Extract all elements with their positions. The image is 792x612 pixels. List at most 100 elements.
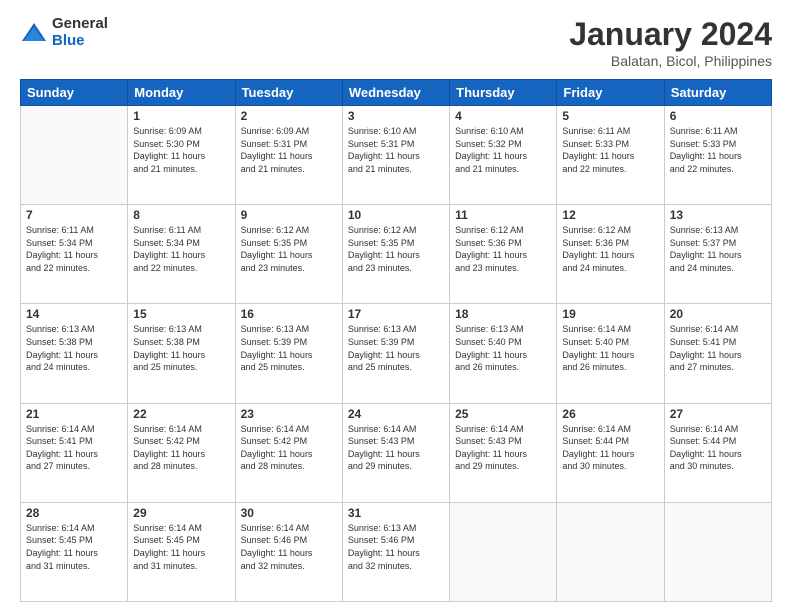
day-info: Sunrise: 6:14 AM Sunset: 5:45 PM Dayligh… xyxy=(26,522,122,572)
calendar-cell: 31Sunrise: 6:13 AM Sunset: 5:46 PM Dayli… xyxy=(342,502,449,601)
day-info: Sunrise: 6:12 AM Sunset: 5:36 PM Dayligh… xyxy=(562,224,658,274)
calendar-week-row: 1Sunrise: 6:09 AM Sunset: 5:30 PM Daylig… xyxy=(21,106,772,205)
calendar-cell: 24Sunrise: 6:14 AM Sunset: 5:43 PM Dayli… xyxy=(342,403,449,502)
calendar-cell: 12 Sunrise: 6:12 AM Sunset: 5:36 PM Dayli… xyxy=(557,205,664,304)
calendar-week-row: 28 Sunrise: 6:14 AM Sunset: 5:45 PM Dayli… xyxy=(21,502,772,601)
calendar-cell: 11 Sunrise: 6:12 AM Sunset: 5:36 PM Dayli… xyxy=(450,205,557,304)
day-number: 4 xyxy=(455,109,551,123)
subtitle: Balatan, Bicol, Philippines xyxy=(569,53,772,69)
day-info: Sunrise: 6:11 AM Sunset: 5:33 PM Dayligh… xyxy=(562,125,658,175)
main-title: January 2024 xyxy=(569,16,772,53)
day-number: 14 xyxy=(26,307,122,321)
day-number: 12 xyxy=(562,208,658,222)
calendar-table: SundayMondayTuesdayWednesdayThursdayFrid… xyxy=(20,79,772,602)
calendar-cell: 29 Sunrise: 6:14 AM Sunset: 5:45 PM Dayli… xyxy=(128,502,235,601)
calendar-day-header-saturday: Saturday xyxy=(664,80,771,106)
day-number: 1 xyxy=(133,109,229,123)
day-info: Sunrise: 6:14 AM Sunset: 5:44 PM Dayligh… xyxy=(562,423,658,473)
day-number: 17 xyxy=(348,307,444,321)
day-info: Sunrise: 6:12 AM Sunset: 5:35 PM Dayligh… xyxy=(241,224,337,274)
calendar-header-row: SundayMondayTuesdayWednesdayThursdayFrid… xyxy=(21,80,772,106)
day-info: Sunrise: 6:14 AM Sunset: 5:43 PM Dayligh… xyxy=(455,423,551,473)
day-info: Sunrise: 6:13 AM Sunset: 5:37 PM Dayligh… xyxy=(670,224,766,274)
calendar-cell: 30Sunrise: 6:14 AM Sunset: 5:46 PM Dayli… xyxy=(235,502,342,601)
day-info: Sunrise: 6:14 AM Sunset: 5:42 PM Dayligh… xyxy=(241,423,337,473)
day-info: Sunrise: 6:14 AM Sunset: 5:43 PM Dayligh… xyxy=(348,423,444,473)
calendar-cell xyxy=(450,502,557,601)
day-number: 9 xyxy=(241,208,337,222)
day-info: Sunrise: 6:13 AM Sunset: 5:40 PM Dayligh… xyxy=(455,323,551,373)
logo-icon xyxy=(20,19,48,47)
calendar-cell: 26Sunrise: 6:14 AM Sunset: 5:44 PM Dayli… xyxy=(557,403,664,502)
calendar-cell: 8Sunrise: 6:11 AM Sunset: 5:34 PM Daylig… xyxy=(128,205,235,304)
calendar-cell: 18 Sunrise: 6:13 AM Sunset: 5:40 PM Dayli… xyxy=(450,304,557,403)
calendar-cell: 5 Sunrise: 6:11 AM Sunset: 5:33 PM Daylig… xyxy=(557,106,664,205)
calendar-day-header-friday: Friday xyxy=(557,80,664,106)
logo-general: General xyxy=(52,16,108,33)
calendar-week-row: 14 Sunrise: 6:13 AM Sunset: 5:38 PM Dayli… xyxy=(21,304,772,403)
day-info: Sunrise: 6:11 AM Sunset: 5:34 PM Dayligh… xyxy=(133,224,229,274)
calendar-cell: 19 Sunrise: 6:14 AM Sunset: 5:40 PM Dayli… xyxy=(557,304,664,403)
day-number: 20 xyxy=(670,307,766,321)
logo-text: General Blue xyxy=(52,16,108,49)
day-number: 10 xyxy=(348,208,444,222)
day-info: Sunrise: 6:10 AM Sunset: 5:31 PM Dayligh… xyxy=(348,125,444,175)
calendar-day-header-wednesday: Wednesday xyxy=(342,80,449,106)
calendar-cell: 2 Sunrise: 6:09 AM Sunset: 5:31 PM Daylig… xyxy=(235,106,342,205)
calendar-cell: 3 Sunrise: 6:10 AM Sunset: 5:31 PM Daylig… xyxy=(342,106,449,205)
day-info: Sunrise: 6:13 AM Sunset: 5:38 PM Dayligh… xyxy=(133,323,229,373)
calendar-cell: 7 Sunrise: 6:11 AM Sunset: 5:34 PM Daylig… xyxy=(21,205,128,304)
day-info: Sunrise: 6:14 AM Sunset: 5:40 PM Dayligh… xyxy=(562,323,658,373)
day-number: 29 xyxy=(133,506,229,520)
day-number: 23 xyxy=(241,407,337,421)
day-number: 30 xyxy=(241,506,337,520)
day-info: Sunrise: 6:11 AM Sunset: 5:33 PM Dayligh… xyxy=(670,125,766,175)
calendar-cell: 25 Sunrise: 6:14 AM Sunset: 5:43 PM Dayli… xyxy=(450,403,557,502)
day-number: 2 xyxy=(241,109,337,123)
day-info: Sunrise: 6:14 AM Sunset: 5:42 PM Dayligh… xyxy=(133,423,229,473)
calendar-cell xyxy=(21,106,128,205)
calendar-cell: 23 Sunrise: 6:14 AM Sunset: 5:42 PM Dayli… xyxy=(235,403,342,502)
day-info: Sunrise: 6:13 AM Sunset: 5:39 PM Dayligh… xyxy=(348,323,444,373)
day-number: 28 xyxy=(26,506,122,520)
day-info: Sunrise: 6:10 AM Sunset: 5:32 PM Dayligh… xyxy=(455,125,551,175)
logo: General Blue xyxy=(20,16,108,49)
day-number: 21 xyxy=(26,407,122,421)
calendar-day-header-sunday: Sunday xyxy=(21,80,128,106)
day-number: 19 xyxy=(562,307,658,321)
calendar-cell: 6Sunrise: 6:11 AM Sunset: 5:33 PM Daylig… xyxy=(664,106,771,205)
calendar-cell: 1Sunrise: 6:09 AM Sunset: 5:30 PM Daylig… xyxy=(128,106,235,205)
title-block: January 2024 Balatan, Bicol, Philippines xyxy=(569,16,772,69)
day-number: 27 xyxy=(670,407,766,421)
calendar-cell: 15Sunrise: 6:13 AM Sunset: 5:38 PM Dayli… xyxy=(128,304,235,403)
logo-blue: Blue xyxy=(52,33,108,50)
calendar-week-row: 7 Sunrise: 6:11 AM Sunset: 5:34 PM Daylig… xyxy=(21,205,772,304)
day-info: Sunrise: 6:13 AM Sunset: 5:39 PM Dayligh… xyxy=(241,323,337,373)
day-number: 25 xyxy=(455,407,551,421)
day-number: 22 xyxy=(133,407,229,421)
calendar-cell: 28 Sunrise: 6:14 AM Sunset: 5:45 PM Dayli… xyxy=(21,502,128,601)
calendar-cell: 27Sunrise: 6:14 AM Sunset: 5:44 PM Dayli… xyxy=(664,403,771,502)
calendar-week-row: 21 Sunrise: 6:14 AM Sunset: 5:41 PM Dayli… xyxy=(21,403,772,502)
day-info: Sunrise: 6:12 AM Sunset: 5:35 PM Dayligh… xyxy=(348,224,444,274)
calendar-day-header-thursday: Thursday xyxy=(450,80,557,106)
day-number: 5 xyxy=(562,109,658,123)
day-number: 18 xyxy=(455,307,551,321)
page: General Blue January 2024 Balatan, Bicol… xyxy=(0,0,792,612)
day-info: Sunrise: 6:14 AM Sunset: 5:45 PM Dayligh… xyxy=(133,522,229,572)
calendar-cell: 9 Sunrise: 6:12 AM Sunset: 5:35 PM Daylig… xyxy=(235,205,342,304)
calendar-cell: 13 Sunrise: 6:13 AM Sunset: 5:37 PM Dayli… xyxy=(664,205,771,304)
calendar-day-header-monday: Monday xyxy=(128,80,235,106)
day-number: 7 xyxy=(26,208,122,222)
day-info: Sunrise: 6:09 AM Sunset: 5:31 PM Dayligh… xyxy=(241,125,337,175)
day-number: 11 xyxy=(455,208,551,222)
day-number: 13 xyxy=(670,208,766,222)
day-info: Sunrise: 6:12 AM Sunset: 5:36 PM Dayligh… xyxy=(455,224,551,274)
day-number: 3 xyxy=(348,109,444,123)
calendar-cell xyxy=(557,502,664,601)
calendar-cell: 4 Sunrise: 6:10 AM Sunset: 5:32 PM Daylig… xyxy=(450,106,557,205)
day-info: Sunrise: 6:14 AM Sunset: 5:41 PM Dayligh… xyxy=(26,423,122,473)
day-info: Sunrise: 6:11 AM Sunset: 5:34 PM Dayligh… xyxy=(26,224,122,274)
calendar-cell: 20Sunrise: 6:14 AM Sunset: 5:41 PM Dayli… xyxy=(664,304,771,403)
calendar-cell: 14Sunrise: 6:13 AM Sunset: 5:38 PM Dayli… xyxy=(21,304,128,403)
